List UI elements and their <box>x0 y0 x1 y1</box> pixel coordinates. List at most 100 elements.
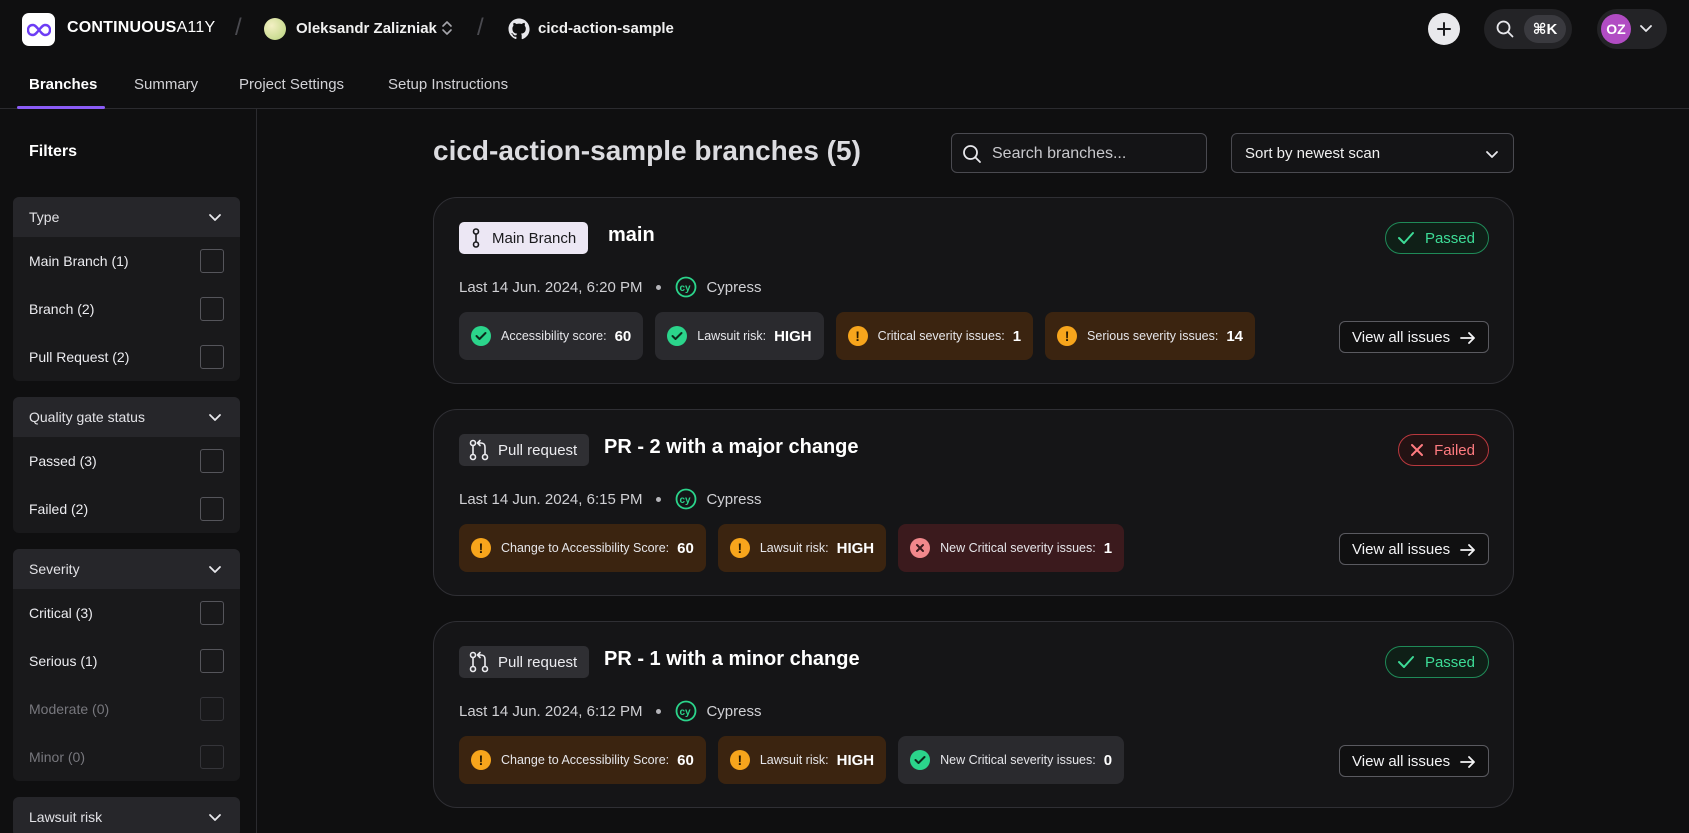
separator-dot <box>656 496 662 502</box>
separator-dot <box>656 708 662 714</box>
metric-chip: ! Lawsuit risk: HIGH <box>717 524 887 572</box>
scan-meta: Last 14 Jun. 2024, 6:12 PM cy Cypress <box>459 700 761 722</box>
status-badge: Passed <box>1384 222 1489 254</box>
filter-option: Failed (2) <box>13 485 240 533</box>
metric-chip: ! Lawsuit risk: HIGH <box>717 736 887 784</box>
metrics-row: ! Change to Accessibility Score: 60 ! Lawsu… <box>459 524 1125 572</box>
filter-option: Branch (2) <box>13 285 240 333</box>
sort-select-value: Sort by newest scan <box>1245 145 1381 162</box>
command-search-button[interactable]: ⌘K <box>1484 9 1572 49</box>
plus-icon <box>1437 22 1451 36</box>
metric-chip: ! Change to Accessibility Score: 60 <box>459 524 706 572</box>
branch-name[interactable]: PR - 2 with a major change <box>604 436 859 459</box>
org-avatar[interactable] <box>264 18 286 40</box>
search-input[interactable] <box>992 142 1197 166</box>
repo-name[interactable]: cicd-action-sample <box>538 20 674 37</box>
view-all-issues-button[interactable]: View all issues <box>1339 321 1489 353</box>
check-icon <box>1397 232 1414 244</box>
scan-meta: Last 14 Jun. 2024, 6:15 PM cy Cypress <box>459 488 761 510</box>
cypress-logo-icon: cy <box>676 488 697 510</box>
filter-checkbox <box>200 745 224 769</box>
tab-summary[interactable]: Summary <box>134 76 198 93</box>
check-circle-icon <box>910 750 931 770</box>
last-scan-time: Last 14 Jun. 2024, 6:20 PM <box>459 278 643 296</box>
view-all-issues-button[interactable]: View all issues <box>1339 745 1489 777</box>
warning-circle-icon: ! <box>729 538 750 558</box>
status-badge: Passed <box>1384 646 1489 678</box>
branch-card[interactable]: Main Branch main Passed Last 14 Jun. 202… <box>433 197 1514 384</box>
filter-group-header[interactable]: Lawsuit risk <box>13 797 240 833</box>
metric-chip: Accessibility score: 60 <box>459 312 644 360</box>
warning-circle-icon: ! <box>847 326 868 346</box>
filter-checkbox[interactable] <box>200 649 224 673</box>
separator-dot <box>656 284 662 290</box>
metric-chip: ! Change to Accessibility Score: 60 <box>459 736 706 784</box>
filter-option: Serious (1) <box>13 637 240 685</box>
branch-type-badge: Main Branch <box>459 222 589 254</box>
chevron-down-icon <box>1640 25 1652 32</box>
branch-type-badge: Pull request <box>459 646 590 678</box>
sort-select[interactable]: Sort by newest scan <box>1231 133 1514 173</box>
last-scan-time: Last 14 Jun. 2024, 6:12 PM <box>459 702 643 720</box>
close-icon <box>1411 444 1424 456</box>
breadcrumb-separator: / <box>477 14 484 41</box>
filter-checkbox[interactable] <box>200 249 224 273</box>
brand-name[interactable]: CONTINUOUSA11Y <box>67 19 215 37</box>
scan-meta: Last 14 Jun. 2024, 6:20 PM cy Cypress <box>459 276 761 298</box>
filter-group-severity: Severity Critical (3) Serious (1) Modera… <box>13 549 240 781</box>
view-all-issues-button[interactable]: View all issues <box>1339 533 1489 565</box>
filter-group-header[interactable]: Type <box>13 197 240 237</box>
metrics-row: ! Change to Accessibility Score: 60 ! Lawsu… <box>459 736 1125 784</box>
warning-circle-icon: ! <box>1057 326 1078 346</box>
cypress-logo-icon: cy <box>676 276 697 298</box>
filter-option: Critical (3) <box>13 589 240 637</box>
tab-branches[interactable]: Branches <box>29 76 97 93</box>
filter-checkbox[interactable] <box>200 345 224 369</box>
metrics-row: Accessibility score: 60 Lawsuit risk: HIGH… <box>459 312 1256 360</box>
error-circle-icon <box>910 538 931 558</box>
branch-card[interactable]: Pull request PR - 2 with a major change … <box>433 409 1514 596</box>
warning-circle-icon: ! <box>729 750 750 770</box>
filter-checkbox[interactable] <box>200 497 224 521</box>
filters-title: Filters <box>29 143 78 160</box>
chevron-down-icon <box>209 814 221 821</box>
last-scan-time: Last 14 Jun. 2024, 6:15 PM <box>459 490 643 508</box>
page-title: cicd-action-sample branches (5) <box>433 135 861 166</box>
add-button[interactable] <box>1428 13 1460 45</box>
filter-checkbox[interactable] <box>200 297 224 321</box>
test-framework: Cypress <box>706 490 762 508</box>
breadcrumb-separator: / <box>235 14 242 41</box>
test-framework: Cypress <box>706 278 762 296</box>
test-framework: Cypress <box>706 702 762 720</box>
filters-sidebar: Filters Type Main Branch (1) Branch (2) … <box>0 109 257 833</box>
branch-card[interactable]: Pull request PR - 1 with a minor change … <box>433 621 1514 808</box>
org-name[interactable]: Oleksandr Zalizniak <box>296 20 437 37</box>
svg-text:cy: cy <box>680 495 692 506</box>
tab-project-settings[interactable]: Project Settings <box>239 76 344 93</box>
filter-checkbox[interactable] <box>200 601 224 625</box>
filter-option: Main Branch (1) <box>13 237 240 285</box>
search-icon <box>1496 20 1514 38</box>
filter-option: Pull Request (2) <box>13 333 240 381</box>
filter-option: Moderate (0) <box>13 685 240 733</box>
branch-name[interactable]: main <box>608 224 655 247</box>
check-circle-icon <box>471 326 491 346</box>
warning-circle-icon: ! <box>471 750 491 770</box>
filter-option: Minor (0) <box>13 733 240 781</box>
pull-request-icon <box>469 439 489 461</box>
branch-name[interactable]: PR - 1 with a minor change <box>604 648 860 671</box>
brand-logo-icon[interactable] <box>22 13 55 46</box>
search-icon <box>963 145 981 163</box>
filter-checkbox[interactable] <box>200 449 224 473</box>
user-avatar: OZ <box>1601 14 1631 44</box>
filter-group-lawsuit-risk: Lawsuit risk <box>13 797 240 833</box>
svg-text:cy: cy <box>680 707 692 718</box>
cypress-logo-icon: cy <box>676 700 697 722</box>
svg-text:cy: cy <box>680 283 692 294</box>
user-menu[interactable]: OZ <box>1597 9 1667 49</box>
filter-group-header[interactable]: Severity <box>13 549 240 589</box>
project-tabs: Branches Summary Project Settings Setup … <box>0 57 1689 109</box>
chevron-up-down-icon[interactable] <box>441 19 453 42</box>
filter-group-header[interactable]: Quality gate status <box>13 397 240 437</box>
tab-setup-instructions[interactable]: Setup Instructions <box>388 76 508 93</box>
